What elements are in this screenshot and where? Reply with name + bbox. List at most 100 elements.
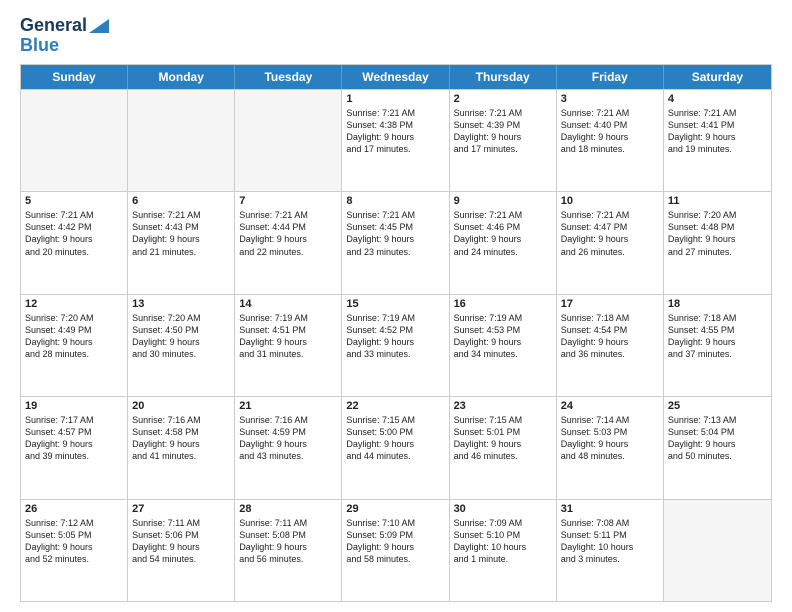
day-text: Sunrise: 7:21 AM: [561, 107, 659, 119]
day-text: Sunrise: 7:13 AM: [668, 414, 767, 426]
day-text: and 27 minutes.: [668, 246, 767, 258]
calendar-day-14: 14Sunrise: 7:19 AMSunset: 4:51 PMDayligh…: [235, 295, 342, 396]
day-text: Sunrise: 7:08 AM: [561, 517, 659, 529]
day-text: and 54 minutes.: [132, 553, 230, 565]
day-text: and 22 minutes.: [239, 246, 337, 258]
day-text: and 52 minutes.: [25, 553, 123, 565]
day-text: Daylight: 9 hours: [668, 438, 767, 450]
calendar-day-18: 18Sunrise: 7:18 AMSunset: 4:55 PMDayligh…: [664, 295, 771, 396]
calendar-week-0: 1Sunrise: 7:21 AMSunset: 4:38 PMDaylight…: [21, 89, 771, 191]
day-text: Sunset: 4:57 PM: [25, 426, 123, 438]
day-text: Sunset: 4:49 PM: [25, 324, 123, 336]
day-text: Sunrise: 7:21 AM: [132, 209, 230, 221]
day-text: Sunrise: 7:21 AM: [25, 209, 123, 221]
header-day-friday: Friday: [557, 65, 664, 89]
day-text: Daylight: 9 hours: [346, 336, 444, 348]
day-text: Sunrise: 7:18 AM: [668, 312, 767, 324]
day-text: and 26 minutes.: [561, 246, 659, 258]
day-text: and 23 minutes.: [346, 246, 444, 258]
calendar-day-15: 15Sunrise: 7:19 AMSunset: 4:52 PMDayligh…: [342, 295, 449, 396]
day-text: and 50 minutes.: [668, 450, 767, 462]
calendar-day-8: 8Sunrise: 7:21 AMSunset: 4:45 PMDaylight…: [342, 192, 449, 293]
day-number: 20: [132, 400, 230, 412]
header-day-tuesday: Tuesday: [235, 65, 342, 89]
day-text: and 31 minutes.: [239, 348, 337, 360]
calendar-day-9: 9Sunrise: 7:21 AMSunset: 4:46 PMDaylight…: [450, 192, 557, 293]
day-text: and 17 minutes.: [346, 143, 444, 155]
day-text: Sunrise: 7:21 AM: [454, 107, 552, 119]
day-text: Sunrise: 7:21 AM: [239, 209, 337, 221]
calendar-empty-cell: [21, 90, 128, 191]
day-text: and 39 minutes.: [25, 450, 123, 462]
day-text: and 37 minutes.: [668, 348, 767, 360]
calendar-day-27: 27Sunrise: 7:11 AMSunset: 5:06 PMDayligh…: [128, 500, 235, 601]
day-text: Daylight: 9 hours: [239, 541, 337, 553]
day-text: Sunrise: 7:21 AM: [561, 209, 659, 221]
day-text: Daylight: 10 hours: [561, 541, 659, 553]
day-text: Sunset: 4:40 PM: [561, 119, 659, 131]
day-text: Sunset: 5:10 PM: [454, 529, 552, 541]
day-text: and 56 minutes.: [239, 553, 337, 565]
day-number: 12: [25, 298, 123, 310]
day-text: and 18 minutes.: [561, 143, 659, 155]
logo: General Blue: [20, 16, 109, 56]
day-text: Daylight: 9 hours: [454, 438, 552, 450]
calendar-day-2: 2Sunrise: 7:21 AMSunset: 4:39 PMDaylight…: [450, 90, 557, 191]
calendar-day-20: 20Sunrise: 7:16 AMSunset: 4:58 PMDayligh…: [128, 397, 235, 498]
calendar-week-3: 19Sunrise: 7:17 AMSunset: 4:57 PMDayligh…: [21, 396, 771, 498]
calendar-body: 1Sunrise: 7:21 AMSunset: 4:38 PMDaylight…: [21, 89, 771, 601]
day-text: Sunset: 5:08 PM: [239, 529, 337, 541]
day-text: Sunset: 5:04 PM: [668, 426, 767, 438]
day-text: Daylight: 9 hours: [454, 233, 552, 245]
day-text: Sunrise: 7:15 AM: [346, 414, 444, 426]
day-text: Sunset: 4:54 PM: [561, 324, 659, 336]
calendar: SundayMondayTuesdayWednesdayThursdayFrid…: [20, 64, 772, 602]
day-text: and 33 minutes.: [346, 348, 444, 360]
day-text: Sunset: 4:48 PM: [668, 221, 767, 233]
day-text: Sunset: 4:46 PM: [454, 221, 552, 233]
day-text: and 1 minute.: [454, 553, 552, 565]
calendar-day-4: 4Sunrise: 7:21 AMSunset: 4:41 PMDaylight…: [664, 90, 771, 191]
day-text: Sunrise: 7:09 AM: [454, 517, 552, 529]
day-text: Sunrise: 7:21 AM: [346, 209, 444, 221]
day-text: Sunrise: 7:10 AM: [346, 517, 444, 529]
day-number: 14: [239, 298, 337, 310]
day-text: and 44 minutes.: [346, 450, 444, 462]
day-text: Sunset: 4:47 PM: [561, 221, 659, 233]
day-text: Daylight: 9 hours: [454, 336, 552, 348]
day-text: Daylight: 9 hours: [239, 336, 337, 348]
day-text: Sunrise: 7:16 AM: [132, 414, 230, 426]
day-number: 29: [346, 503, 444, 515]
day-text: Sunrise: 7:21 AM: [668, 107, 767, 119]
day-number: 13: [132, 298, 230, 310]
calendar-day-19: 19Sunrise: 7:17 AMSunset: 4:57 PMDayligh…: [21, 397, 128, 498]
calendar-day-1: 1Sunrise: 7:21 AMSunset: 4:38 PMDaylight…: [342, 90, 449, 191]
day-text: Daylight: 9 hours: [25, 541, 123, 553]
day-text: Daylight: 9 hours: [561, 233, 659, 245]
calendar-week-2: 12Sunrise: 7:20 AMSunset: 4:49 PMDayligh…: [21, 294, 771, 396]
day-text: Sunset: 4:38 PM: [346, 119, 444, 131]
day-number: 11: [668, 195, 767, 207]
day-text: Sunset: 4:50 PM: [132, 324, 230, 336]
calendar-day-3: 3Sunrise: 7:21 AMSunset: 4:40 PMDaylight…: [557, 90, 664, 191]
day-text: Sunrise: 7:18 AM: [561, 312, 659, 324]
day-text: Daylight: 9 hours: [668, 131, 767, 143]
day-text: Sunset: 5:11 PM: [561, 529, 659, 541]
day-text: Daylight: 9 hours: [25, 438, 123, 450]
day-text: Sunset: 4:55 PM: [668, 324, 767, 336]
day-text: and 3 minutes.: [561, 553, 659, 565]
day-number: 4: [668, 93, 767, 105]
day-text: and 30 minutes.: [132, 348, 230, 360]
day-text: Sunset: 4:44 PM: [239, 221, 337, 233]
calendar-day-29: 29Sunrise: 7:10 AMSunset: 5:09 PMDayligh…: [342, 500, 449, 601]
day-number: 31: [561, 503, 659, 515]
day-text: Daylight: 9 hours: [346, 233, 444, 245]
day-text: Daylight: 9 hours: [132, 541, 230, 553]
day-text: and 19 minutes.: [668, 143, 767, 155]
day-text: Sunrise: 7:11 AM: [132, 517, 230, 529]
day-text: Daylight: 9 hours: [25, 336, 123, 348]
day-text: and 20 minutes.: [25, 246, 123, 258]
day-text: Sunrise: 7:19 AM: [454, 312, 552, 324]
calendar-week-4: 26Sunrise: 7:12 AMSunset: 5:05 PMDayligh…: [21, 499, 771, 601]
day-text: and 41 minutes.: [132, 450, 230, 462]
